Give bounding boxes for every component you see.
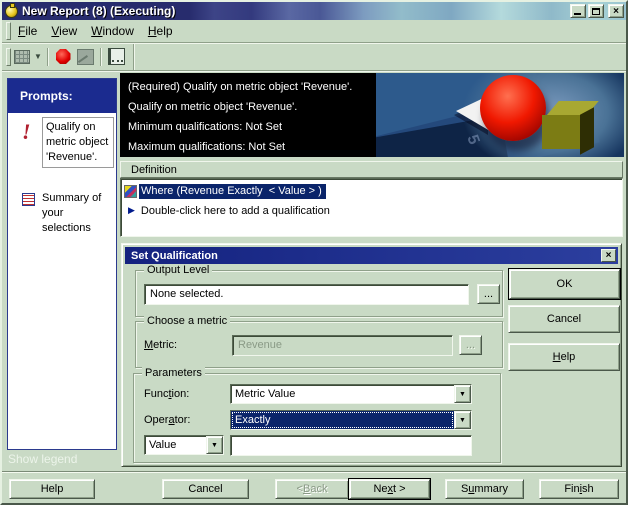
- metric-browse-button-disabled: ...: [459, 335, 482, 355]
- chevron-down-icon[interactable]: ▼: [454, 385, 471, 403]
- parameters-group: Parameters Function: Metric Value ▼ Oper…: [133, 367, 501, 463]
- wizard-summary-button[interactable]: Su mmary: [445, 479, 524, 499]
- value-input[interactable]: [230, 435, 472, 456]
- maximize-icon: [592, 7, 600, 15]
- wizard-back-button-disabled: < Back: [275, 479, 349, 499]
- close-button[interactable]: ×: [608, 4, 624, 18]
- timer-icon: [5, 2, 18, 18]
- show-legend-link[interactable]: Show legend: [8, 452, 77, 466]
- report-grid-button[interactable]: [11, 47, 33, 67]
- add-qualification-row[interactable]: ▶ Double-click here to add a qualificati…: [124, 201, 620, 220]
- function-dropdown[interactable]: Metric Value ▼: [230, 384, 472, 404]
- dialog-title-bar[interactable]: Set Qualification ×: [125, 247, 618, 264]
- prompts-panel: Prompts: ! Qualify on metric object 'Rev…: [7, 78, 117, 450]
- dialog-close-button[interactable]: ×: [601, 249, 616, 262]
- wizard-help-button[interactable]: Help: [9, 479, 95, 499]
- operator-label: Operator:: [144, 414, 191, 426]
- output-level-browse-button[interactable]: ...: [477, 284, 500, 304]
- set-qualification-dialog: Set Qualification × Output Level None se…: [121, 243, 622, 467]
- help-button[interactable]: Help: [508, 343, 620, 371]
- status-line: (Required) Qualify on metric object 'Rev…: [128, 81, 353, 93]
- group-label: Parameters: [142, 367, 205, 379]
- choose-metric-group: Choose a metric Metric: Revenue ...: [135, 315, 503, 368]
- prompt-status-panel: (Required) Qualify on metric object 'Rev…: [120, 73, 376, 157]
- definition-list[interactable]: Where (Revenue Exactly < Value > ) ▶ Dou…: [120, 178, 623, 237]
- maximize-button[interactable]: [588, 4, 604, 18]
- toolbar: ▼: [2, 43, 626, 71]
- cancel-button[interactable]: Cancel: [508, 305, 620, 333]
- toolbar-separator: [47, 47, 48, 66]
- chevron-down-icon[interactable]: ▼: [206, 436, 223, 454]
- wizard-cancel-button[interactable]: Cancel: [162, 479, 249, 499]
- value-type-dropdown[interactable]: Value ▼: [144, 435, 224, 455]
- prompts-title: Prompts:: [20, 89, 73, 103]
- add-qualification-label[interactable]: Double-click here to add a qualification: [141, 205, 330, 217]
- ok-button-face[interactable]: OK: [509, 269, 620, 299]
- report-grid-icon: [14, 49, 30, 64]
- application-window: New Report (8) (Executing) × File View W…: [0, 0, 628, 505]
- function-label: Function:: [144, 388, 190, 400]
- definition-header: Definition: [120, 161, 623, 178]
- stop-execution-button[interactable]: [52, 47, 74, 67]
- prompt-item-label[interactable]: Qualify on metric object 'Revenue'.: [42, 117, 114, 168]
- qualification-label[interactable]: Where (Revenue Exactly < Value > ): [139, 184, 326, 199]
- close-icon: ×: [613, 5, 619, 17]
- wizard-finish-button[interactable]: Fin i sh: [539, 479, 619, 499]
- metric-label: Metric:: [144, 339, 178, 351]
- menu-file[interactable]: File: [11, 22, 44, 40]
- status-line: Maximum qualifications: Not Set: [128, 141, 286, 153]
- definition-section: Definition Where (Revenue Exactly < Valu…: [120, 161, 623, 237]
- ok-button[interactable]: OK: [508, 268, 621, 300]
- status-line: Qualify on metric object 'Revenue'.: [128, 101, 298, 113]
- hero-image: 5: [376, 73, 624, 157]
- prompts-header: Prompts:: [8, 79, 116, 113]
- function-value[interactable]: Metric Value: [231, 385, 454, 403]
- notes-button[interactable]: [105, 47, 127, 67]
- footer-separator: [2, 471, 626, 473]
- menu-window[interactable]: Window: [84, 22, 141, 40]
- value-type-value[interactable]: Value: [145, 436, 206, 454]
- chevron-down-icon[interactable]: ▼: [454, 411, 471, 429]
- wizard-next-button[interactable]: Ne x t >: [348, 478, 431, 500]
- summary-grid-icon: [22, 193, 35, 206]
- cube-icon: [542, 115, 580, 149]
- prompt-item-label[interactable]: Summary of your selections: [42, 191, 112, 236]
- status-line: Minimum qualifications: Not Set: [128, 121, 283, 133]
- menu-help[interactable]: Help: [141, 22, 180, 40]
- close-icon: ×: [605, 250, 612, 261]
- metric-field-disabled: Revenue: [232, 335, 453, 356]
- menu-bar: File View Window Help: [2, 20, 626, 43]
- next-button-face[interactable]: Ne x t >: [349, 479, 430, 499]
- output-level-group: Output Level None selected. ...: [135, 264, 503, 317]
- notes-icon: [107, 48, 125, 65]
- grid-dropdown-button[interactable]: ▼: [33, 52, 43, 61]
- alert-icon: !: [22, 119, 31, 144]
- cube-icon: [580, 107, 594, 155]
- output-level-field[interactable]: None selected.: [144, 284, 469, 305]
- title-bar[interactable]: New Report (8) (Executing) ×: [2, 2, 626, 20]
- operator-dropdown[interactable]: Exactly ▼: [230, 410, 472, 430]
- qualification-icon: [124, 185, 137, 198]
- graph-icon: [76, 48, 94, 65]
- red-sphere-icon: [480, 75, 546, 141]
- qualification-row[interactable]: Where (Revenue Exactly < Value > ): [124, 182, 620, 201]
- operator-value-selected[interactable]: Exactly: [231, 411, 454, 429]
- toolbar-group: ▼: [11, 43, 134, 70]
- arrow-right-icon: ▶: [128, 205, 135, 215]
- menu-view[interactable]: View: [44, 22, 84, 40]
- dialog-title: Set Qualification: [131, 249, 218, 262]
- group-label: Output Level: [144, 264, 213, 276]
- stop-execution-icon: [55, 49, 71, 64]
- window-title: New Report (8) (Executing): [22, 4, 176, 18]
- graph-button[interactable]: [74, 47, 96, 67]
- toolbar-separator: [100, 47, 101, 66]
- minimize-icon: [574, 13, 581, 15]
- minimize-button[interactable]: [570, 4, 586, 18]
- group-label: Choose a metric: [144, 315, 231, 327]
